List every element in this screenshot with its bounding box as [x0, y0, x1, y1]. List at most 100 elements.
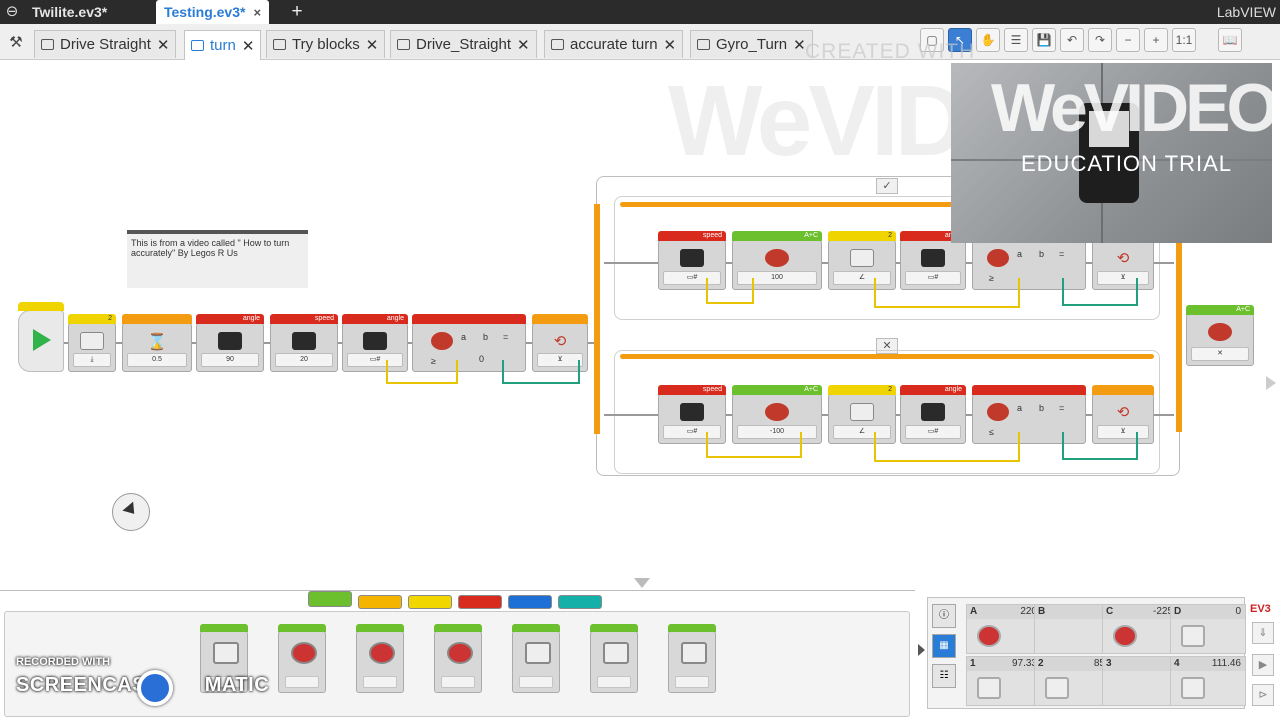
- sensor-icon: [977, 677, 1001, 699]
- data-wire: [706, 278, 754, 304]
- programming-palette: [0, 590, 915, 720]
- variable-value[interactable]: 20: [275, 353, 333, 367]
- close-icon[interactable]: ✕: [157, 36, 170, 54]
- port-view-tab[interactable]: ▦: [932, 634, 956, 658]
- palette-tab-sensor[interactable]: [408, 595, 452, 609]
- palette-tab-data[interactable]: [458, 595, 502, 609]
- wrench-icon[interactable]: ⚒: [6, 33, 26, 53]
- scroll-right-arrow[interactable]: [1266, 376, 1276, 390]
- loop-icon: ⟲: [1116, 404, 1130, 421]
- screencast-logo-icon: [137, 670, 173, 706]
- program-tab-try-blocks[interactable]: Try blocks ✕: [266, 30, 386, 58]
- close-icon[interactable]: ✕: [793, 36, 806, 54]
- program-tab-gyro-turn[interactable]: Gyro_Turn ✕: [690, 30, 813, 58]
- switch-edge: [594, 204, 600, 434]
- block-cap: [412, 314, 526, 324]
- zoom-reset-button[interactable]: 1:1: [1172, 28, 1196, 52]
- palette-tab-flow[interactable]: [358, 595, 402, 609]
- redo-icon[interactable]: ↷: [1088, 28, 1112, 52]
- comment-tool-icon[interactable]: ☰: [1004, 28, 1028, 52]
- close-icon[interactable]: ✕: [242, 37, 255, 55]
- port-3[interactable]: 3: [1102, 656, 1178, 706]
- mode-selector[interactable]: ⤓: [73, 353, 111, 367]
- variable-name: speed: [658, 231, 726, 241]
- project-tab-testing[interactable]: Testing.ev3* ×: [156, 0, 270, 24]
- palette-tab-action[interactable]: [308, 591, 352, 607]
- variable-write-angle-block[interactable]: angle 90: [196, 314, 264, 372]
- port-2[interactable]: 2 85: [1034, 656, 1110, 706]
- wait-block[interactable]: ⌛ 0.5: [122, 314, 192, 372]
- motor-mode[interactable]: ✕: [1191, 347, 1249, 361]
- palette-block-sound[interactable]: [590, 624, 638, 693]
- large-motor-icon: [291, 642, 317, 664]
- motor-off-block[interactable]: A+C ✕: [1186, 305, 1254, 366]
- add-project-button[interactable]: +: [286, 1, 308, 23]
- true-case-tab[interactable]: ✓: [876, 178, 898, 194]
- port-c[interactable]: C -225: [1102, 604, 1178, 654]
- zoom-in-icon[interactable]: +: [1144, 28, 1168, 52]
- compare-icon: [987, 403, 1009, 421]
- download-icon[interactable]: ⇓: [1252, 622, 1274, 644]
- close-icon[interactable]: ×: [253, 5, 261, 20]
- wait-time[interactable]: 0.5: [127, 353, 187, 367]
- close-icon[interactable]: ✕: [366, 36, 379, 54]
- port-1[interactable]: 1 97.33: [966, 656, 1042, 706]
- zoom-out-icon[interactable]: −: [1116, 28, 1140, 52]
- palette-block-brick-status-light[interactable]: [668, 624, 716, 693]
- program-tab-drive-straight-2[interactable]: Drive_Straight ✕: [390, 30, 537, 58]
- palette-block-move-tank[interactable]: [434, 624, 482, 693]
- block-cap: [18, 302, 64, 311]
- run-selected-icon[interactable]: ⊳: [1252, 684, 1274, 706]
- palette-tab-myblocks[interactable]: [558, 595, 602, 609]
- project-tab-label: Testing.ev3*: [164, 4, 246, 20]
- programming-canvas[interactable]: WeVIDEO CREATED WITH This is from a vide…: [0, 40, 1280, 590]
- download-and-run-icon[interactable]: ▶: [1252, 654, 1274, 676]
- compare-input-b: b: [1039, 249, 1045, 259]
- program-tab-drive-straight[interactable]: Drive Straight ✕: [34, 30, 177, 58]
- app-name: LabVIEW: [1216, 4, 1276, 20]
- palette-block-large-motor[interactable]: [278, 624, 326, 693]
- loop-icon: ⟲: [1116, 250, 1130, 267]
- collapse-palette-icon[interactable]: [634, 578, 650, 588]
- port-b[interactable]: B: [1034, 604, 1110, 654]
- save-icon[interactable]: 💾: [1032, 28, 1056, 52]
- cursor-indicator: [112, 493, 150, 531]
- data-wire: [874, 432, 1020, 462]
- port-name: B: [1038, 606, 1046, 617]
- compare-value[interactable]: 0: [479, 354, 484, 364]
- brick-status-block[interactable]: 2 ⤓: [68, 314, 116, 372]
- hardware-page-tabs: ⓘ ▦ ☷: [932, 604, 962, 704]
- program-tab-accurate-turn[interactable]: accurate turn ✕: [544, 30, 684, 58]
- suitcase-icon: [921, 403, 945, 421]
- open-book-icon[interactable]: 📖: [1218, 28, 1242, 52]
- port-a[interactable]: A 220: [966, 604, 1042, 654]
- wevideo-watermark-overlay: WeVIDEO: [991, 70, 1272, 146]
- project-tab-twilite[interactable]: Twilite.ev3*: [24, 0, 115, 24]
- program-comment[interactable]: This is from a video called " How to tur…: [127, 230, 308, 288]
- port-d[interactable]: D0: [1170, 604, 1246, 654]
- port-4[interactable]: 4 111.46: [1170, 656, 1246, 706]
- program-tab-label: Gyro_Turn: [716, 36, 788, 53]
- close-icon[interactable]: ✕: [517, 36, 530, 54]
- motor-ports: A+C: [732, 231, 822, 241]
- brick-info-tab[interactable]: ⓘ: [932, 604, 956, 628]
- variable-value[interactable]: 90: [201, 353, 259, 367]
- close-icon[interactable]: ✕: [664, 36, 677, 54]
- undo-icon[interactable]: ↶: [1060, 28, 1084, 52]
- project-menu-icon[interactable]: ⊖: [3, 3, 21, 21]
- pan-tool-icon[interactable]: ✋: [976, 28, 1000, 52]
- variable-name: angle: [196, 314, 264, 324]
- program-tab-turn[interactable]: turn ✕: [184, 30, 262, 60]
- palette-block-display[interactable]: [512, 624, 560, 693]
- created-with-watermark: CREATED WITH: [805, 40, 976, 63]
- palette-block-move-steering[interactable]: [356, 624, 404, 693]
- hardware-page-collapse-icon[interactable]: [918, 644, 925, 656]
- loop-top-bar: [620, 354, 1154, 359]
- program-icon: [273, 39, 286, 50]
- available-bricks-tab[interactable]: ☷: [932, 664, 956, 688]
- palette-tab-advanced[interactable]: [508, 595, 552, 609]
- data-wire: [1062, 278, 1138, 306]
- variable-write-speed-block[interactable]: speed 20: [270, 314, 338, 372]
- project-tab-label: Twilite.ev3*: [32, 4, 108, 20]
- start-block[interactable]: [18, 302, 64, 372]
